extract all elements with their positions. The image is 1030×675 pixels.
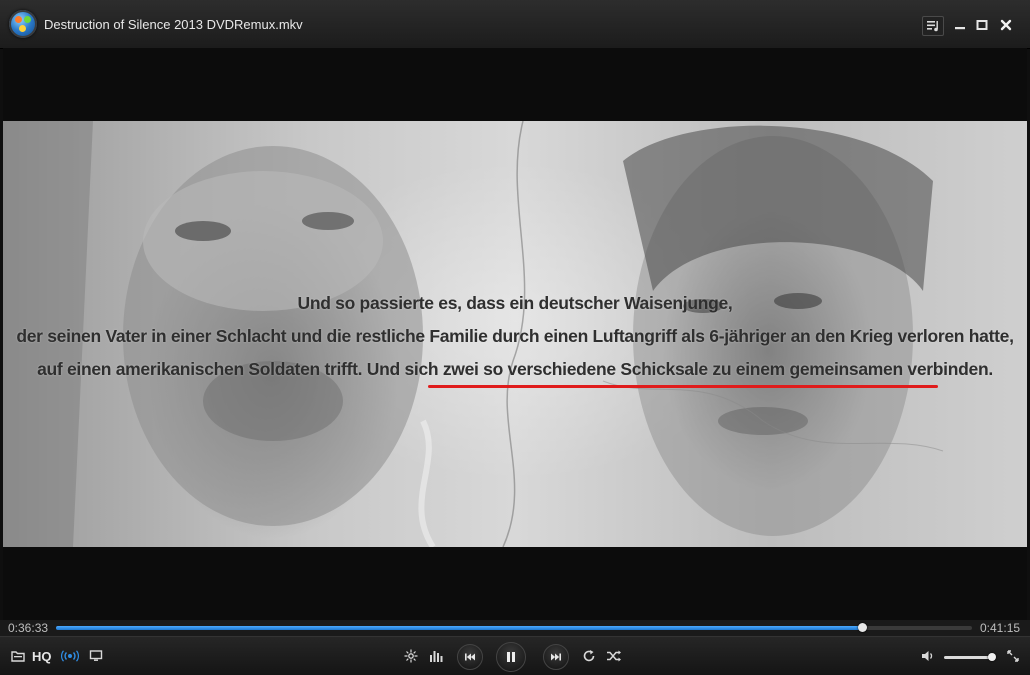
volume-button[interactable] — [921, 650, 935, 662]
fullscreen-icon — [1007, 650, 1019, 662]
shuffle-icon — [607, 650, 621, 662]
app-logo-icon[interactable] — [9, 10, 37, 38]
effects-icon — [404, 649, 418, 663]
screen-button[interactable] — [89, 650, 103, 662]
broadcast-button[interactable] — [61, 650, 79, 662]
next-icon — [551, 653, 561, 661]
hq-button[interactable]: HQ — [32, 649, 52, 664]
close-icon — [1000, 19, 1012, 31]
previous-icon — [465, 653, 475, 661]
playlist-button[interactable] — [922, 16, 944, 36]
close-button[interactable] — [996, 16, 1016, 34]
subtitle-line-3: auf einen amerikanischen Soldaten trifft… — [37, 359, 993, 379]
remaining-time: 0:41:15 — [980, 621, 1021, 635]
maximize-button[interactable] — [972, 16, 992, 34]
volume-slider[interactable] — [944, 653, 996, 661]
window-title: Destruction of Silence 2013 DVDRemux.mkv — [44, 17, 303, 32]
subtitle-line-1: Und so passierte es, dass ein deutscher … — [297, 293, 733, 313]
pause-button[interactable] — [496, 642, 526, 672]
open-file-button[interactable] — [11, 650, 25, 662]
minimize-icon — [955, 27, 965, 30]
red-underline-annotation — [428, 385, 938, 388]
seek-bar-row: 0:36:33 0:41:15 — [0, 620, 1030, 636]
fullscreen-button[interactable] — [1007, 650, 1019, 662]
control-bar: HQ — [0, 636, 1030, 675]
video-viewport[interactable]: Und so passierte es, dass ein deutscher … — [3, 48, 1027, 620]
seek-bar-progress — [56, 626, 863, 630]
folder-icon — [11, 651, 25, 662]
next-button[interactable] — [543, 644, 569, 670]
pause-icon — [507, 652, 515, 662]
repeat-icon — [583, 650, 595, 662]
speaker-icon — [922, 651, 933, 661]
title-bar[interactable]: Destruction of Silence 2013 DVDRemux.mkv — [0, 0, 1030, 49]
playlist-icon — [927, 21, 938, 32]
maximize-icon — [976, 20, 988, 30]
seek-bar[interactable] — [56, 623, 972, 632]
minimize-button[interactable] — [950, 16, 970, 34]
equalizer-icon — [430, 651, 443, 662]
effects-button[interactable] — [404, 649, 418, 663]
video-frame: Und so passierte es, dass ein deutscher … — [3, 121, 1027, 547]
repeat-button[interactable] — [582, 649, 596, 663]
elapsed-time: 0:36:33 — [8, 621, 49, 635]
subtitle-overlay: Und so passierte es, dass ein deutscher … — [3, 287, 1027, 386]
broadcast-icon — [61, 650, 79, 662]
shuffle-button[interactable] — [606, 649, 622, 663]
subtitle-line-2: der seinen Vater in einer Schlacht und d… — [16, 326, 1014, 346]
seek-handle[interactable] — [858, 623, 868, 632]
volume-handle[interactable] — [988, 653, 996, 661]
monitor-icon — [89, 650, 103, 661]
equalizer-button[interactable] — [429, 649, 445, 663]
previous-button[interactable] — [457, 644, 483, 670]
media-player-window: Destruction of Silence 2013 DVDRemux.mkv — [0, 0, 1030, 675]
